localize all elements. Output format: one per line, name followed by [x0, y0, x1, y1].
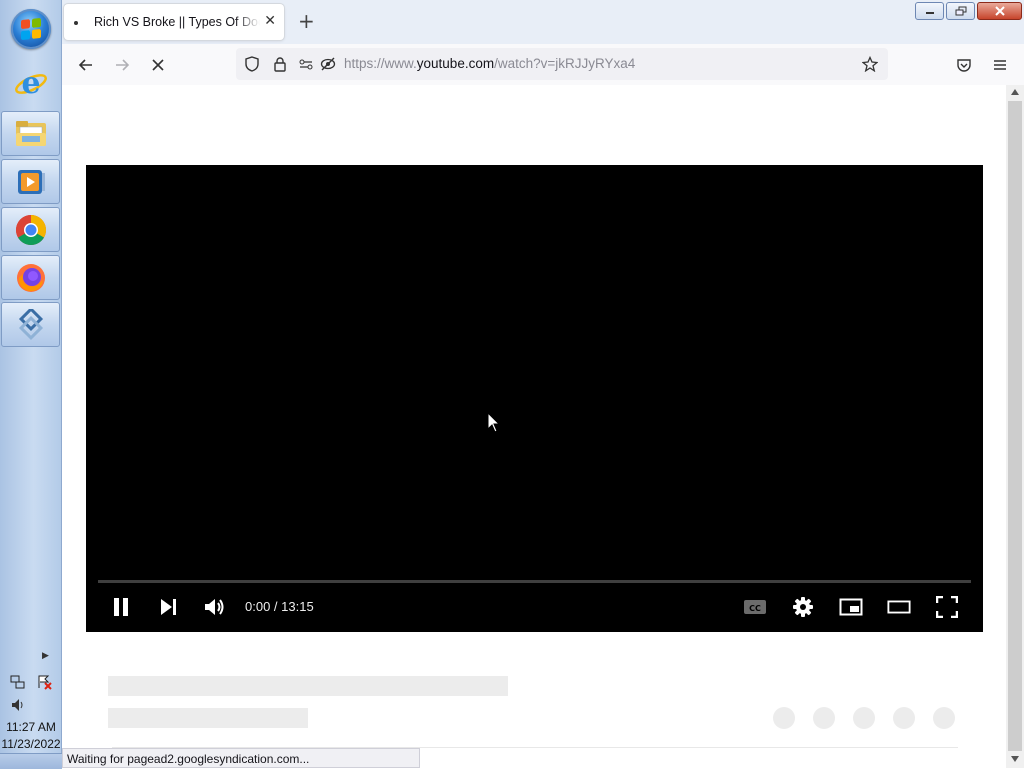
- clock-time[interactable]: 11:27 AM: [0, 720, 62, 734]
- channel-placeholder: [108, 708, 308, 728]
- action-placeholder: [893, 707, 915, 729]
- subtitles-button[interactable]: CC: [743, 595, 767, 619]
- action-placeholder: [933, 707, 955, 729]
- closed-captions-icon: CC: [744, 600, 766, 614]
- restore-icon: [955, 6, 966, 16]
- action-placeholder: [773, 707, 795, 729]
- network-tool-icon: [18, 308, 43, 340]
- progress-bar[interactable]: [98, 580, 971, 583]
- tracking-protection-icon[interactable]: [320, 56, 336, 72]
- tray-expand-icon[interactable]: ▶: [42, 651, 49, 661]
- lock-icon[interactable]: [272, 56, 288, 72]
- window-controls: [915, 2, 1022, 20]
- pocket-button[interactable]: [951, 52, 977, 78]
- arrow-right-icon: [116, 59, 130, 71]
- volume-icon: [205, 599, 224, 615]
- internet-explorer-icon: e: [15, 66, 47, 101]
- settings-button[interactable]: [791, 595, 815, 619]
- folder-icon: [15, 120, 46, 146]
- action-placeholder: [853, 707, 875, 729]
- miniplayer-button[interactable]: [839, 595, 863, 619]
- volume-icon[interactable]: [10, 697, 26, 713]
- next-video-button[interactable]: [156, 595, 180, 619]
- minimize-icon: [925, 12, 934, 14]
- taskbar-file-explorer[interactable]: [1, 111, 60, 156]
- address-bar[interactable]: https://www.youtube.com/watch?v=jkRJJyRY…: [236, 48, 888, 80]
- close-window-button[interactable]: [977, 2, 1022, 20]
- network-icon[interactable]: [10, 674, 26, 690]
- pause-button[interactable]: [109, 595, 133, 619]
- scroll-down-icon[interactable]: [1010, 755, 1020, 763]
- taskbar-remote-desktop[interactable]: [1, 302, 60, 347]
- pause-icon: [114, 598, 128, 616]
- mute-button[interactable]: [203, 595, 227, 619]
- fullscreen-button[interactable]: [935, 595, 959, 619]
- navigation-toolbar: https://www.youtube.com/watch?v=jkRJJyRY…: [62, 44, 1024, 86]
- pocket-icon: [957, 59, 971, 72]
- minimize-button[interactable]: [915, 2, 944, 20]
- theater-mode-icon: [887, 600, 911, 614]
- forward-button[interactable]: [109, 52, 135, 78]
- skip-next-icon: [161, 599, 176, 615]
- video-player[interactable]: 0:00 / 13:15 CC: [86, 165, 983, 632]
- scroll-thumb[interactable]: [1008, 101, 1022, 751]
- new-tab-button[interactable]: +: [298, 10, 315, 32]
- tab-loading-icon: [74, 21, 78, 25]
- clock-date[interactable]: 11/23/2022: [0, 737, 62, 751]
- svg-text:CC: CC: [749, 604, 761, 613]
- action-center-icon[interactable]: [36, 674, 52, 690]
- stop-icon: [152, 59, 164, 71]
- bookmark-star-icon[interactable]: [862, 56, 878, 72]
- firefox-icon: [16, 263, 45, 292]
- title-placeholder: [108, 676, 508, 696]
- tab-close-icon[interactable]: ✕: [264, 13, 276, 29]
- url-text[interactable]: https://www.youtube.com/watch?v=jkRJJyRY…: [344, 56, 635, 71]
- taskbar: e ▶ 11:27 AM 11/23/2022: [0, 0, 62, 769]
- close-icon: [994, 6, 1005, 16]
- vertical-scrollbar[interactable]: [1006, 85, 1024, 768]
- page-content: 0:00 / 13:15 CC: [62, 85, 1006, 748]
- svg-text:e: e: [21, 66, 40, 101]
- gear-icon: [793, 597, 813, 617]
- show-desktop-button[interactable]: [0, 753, 62, 769]
- taskbar-firefox[interactable]: [1, 255, 60, 300]
- start-button[interactable]: [11, 9, 51, 49]
- taskbar-media-player[interactable]: [1, 159, 60, 204]
- windows-logo-icon: [21, 17, 41, 41]
- fullscreen-icon: [936, 596, 958, 618]
- restore-button[interactable]: [946, 2, 975, 20]
- scroll-up-icon[interactable]: [1010, 88, 1020, 96]
- stop-loading-button[interactable]: [145, 52, 171, 78]
- miniplayer-icon: [839, 598, 863, 616]
- active-tab[interactable]: Rich VS Broke || Types Of Doodles ✕: [64, 4, 284, 40]
- theater-mode-button[interactable]: [887, 595, 911, 619]
- tab-strip: Rich VS Broke || Types Of Doodles ✕ +: [62, 0, 1024, 44]
- taskbar-internet-explorer[interactable]: e: [8, 61, 54, 105]
- back-button[interactable]: [73, 52, 99, 78]
- chrome-icon: [15, 214, 46, 245]
- taskbar-chrome[interactable]: [1, 207, 60, 252]
- hamburger-menu-icon: [994, 60, 1006, 70]
- browser-window: Rich VS Broke || Types Of Doodles ✕ +: [62, 0, 1024, 768]
- arrow-left-icon: [78, 59, 92, 71]
- tab-title: Rich VS Broke || Types Of Doodles: [94, 15, 260, 29]
- shield-icon[interactable]: [244, 56, 260, 72]
- media-player-icon: [17, 169, 45, 194]
- app-menu-button[interactable]: [987, 52, 1013, 78]
- action-placeholder: [813, 707, 835, 729]
- mouse-cursor-icon: [487, 412, 501, 433]
- time-display: 0:00 / 13:15: [245, 599, 314, 614]
- permissions-icon[interactable]: [298, 56, 314, 72]
- status-bar: Waiting for pagead2.googlesyndication.co…: [62, 748, 420, 768]
